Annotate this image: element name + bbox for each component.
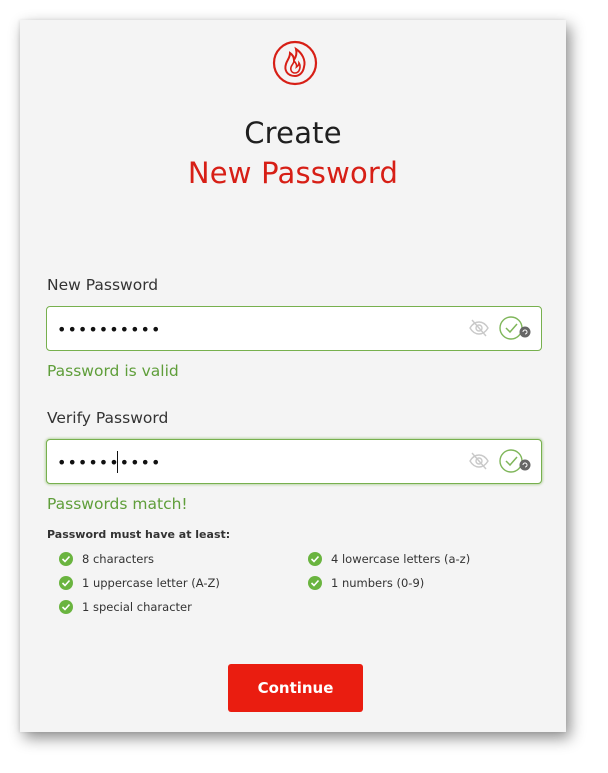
eye-slash-icon[interactable] — [468, 451, 490, 471]
requirement-item: 8 characters — [59, 552, 154, 566]
check-circle-icon — [59, 600, 73, 614]
new-password-input[interactable] — [55, 313, 459, 345]
check-circle-icon — [308, 552, 322, 566]
requirements-title: Password must have at least: — [47, 528, 231, 541]
new-password-label: New Password — [47, 276, 159, 294]
requirement-item: 1 numbers (0-9) — [308, 576, 424, 590]
verify-password-input[interactable] — [55, 446, 459, 478]
requirement-text: 1 numbers (0-9) — [331, 576, 425, 590]
verify-password-field[interactable] — [46, 439, 542, 484]
flame-logo-icon — [272, 40, 318, 86]
page-subtitle: New Password — [187, 156, 399, 190]
requirement-item: 1 special character — [59, 600, 192, 614]
text-caret — [117, 451, 118, 473]
create-password-card: Create New Password New Password Passwor… — [20, 20, 566, 732]
page-title: Create — [244, 116, 342, 150]
check-circle-icon — [59, 576, 73, 590]
check-circle-icon — [308, 576, 322, 590]
requirement-text: 4 lowercase letters (a-z) — [331, 552, 471, 566]
eye-slash-icon[interactable] — [468, 318, 490, 338]
requirement-text: 8 characters — [82, 552, 155, 566]
new-password-field[interactable] — [46, 306, 542, 351]
continue-button[interactable]: Continue — [228, 664, 363, 712]
requirement-item: 4 lowercase letters (a-z) — [308, 552, 470, 566]
requirement-text: 1 uppercase letter (A-Z) — [82, 576, 220, 590]
requirement-item: 1 uppercase letter (A-Z) — [59, 576, 220, 590]
password-match-check-icon — [499, 449, 531, 473]
new-password-status: Password is valid — [47, 362, 179, 380]
password-valid-check-icon — [499, 316, 531, 340]
requirement-text: 1 special character — [82, 600, 192, 614]
verify-password-label: Verify Password — [47, 409, 169, 427]
check-circle-icon — [59, 552, 73, 566]
verify-password-status: Passwords match! — [47, 495, 188, 513]
